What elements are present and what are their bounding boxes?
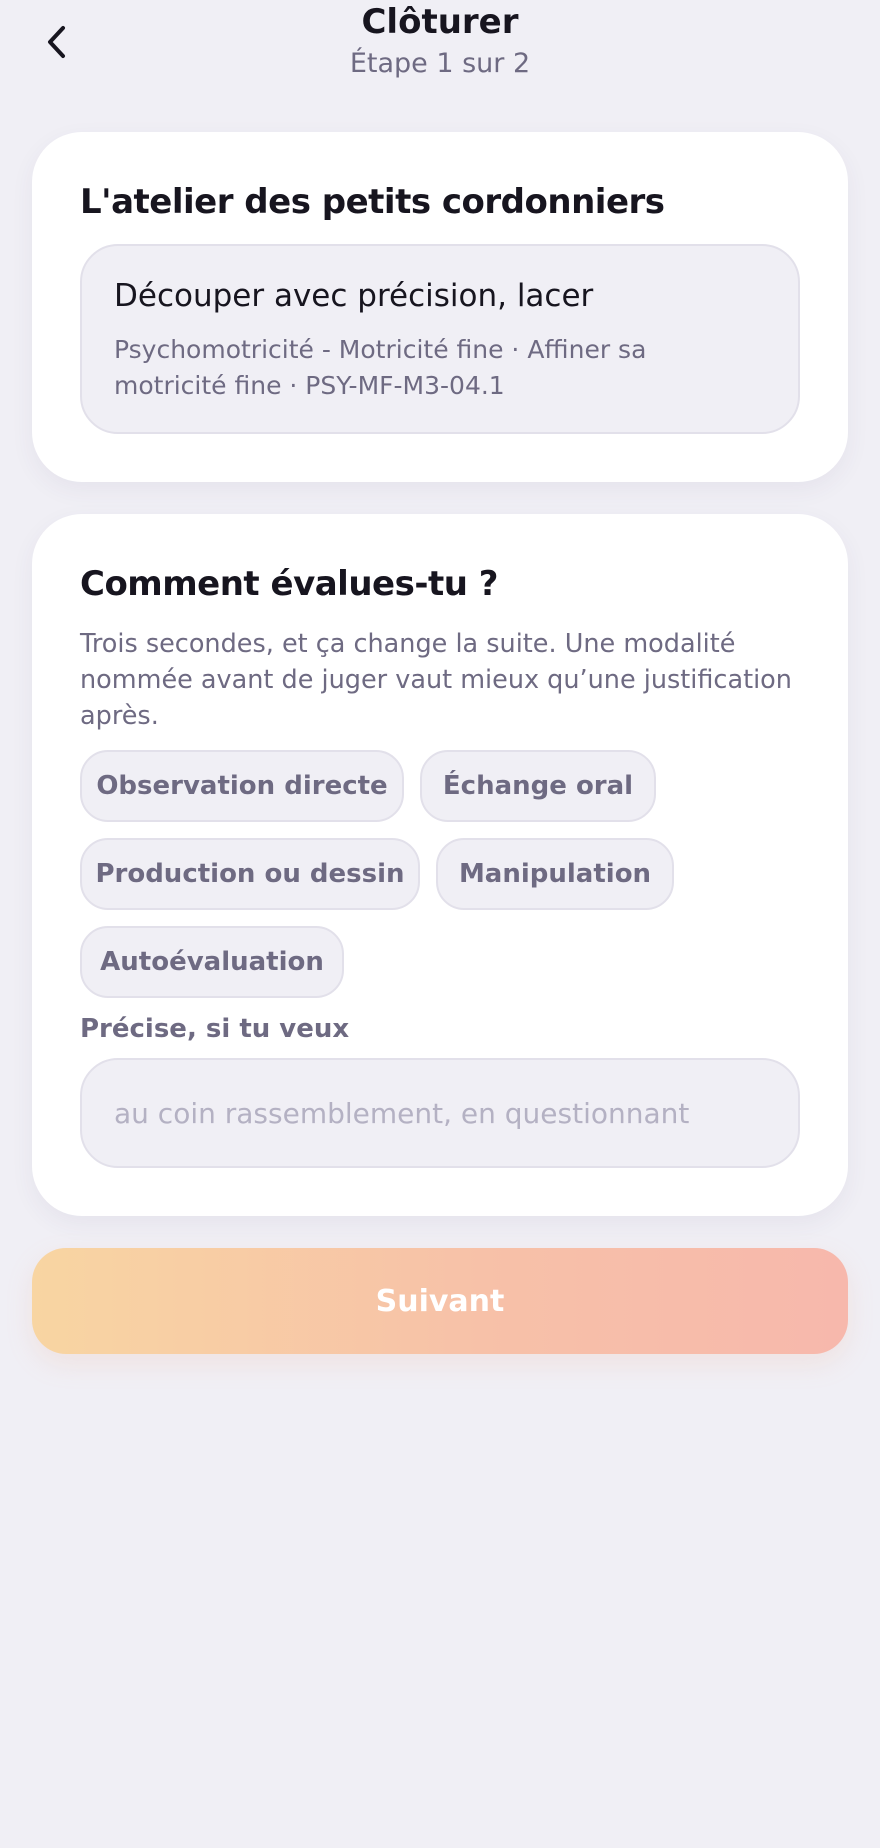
page-title: Clôturer bbox=[361, 2, 519, 42]
skill-meta: Psychomotricité - Motricité fine · Affin… bbox=[114, 335, 647, 400]
chip-manipulation[interactable]: Manipulation bbox=[436, 838, 674, 910]
chip-echange-oral[interactable]: Échange oral bbox=[420, 750, 656, 822]
chip-observation-directe[interactable]: Observation directe bbox=[80, 750, 404, 822]
chip-production-ou-dessin[interactable]: Production ou dessin bbox=[80, 838, 420, 910]
evaluation-description: Trois secondes, et ça change la suite. U… bbox=[80, 629, 792, 731]
precision-input[interactable] bbox=[80, 1058, 800, 1168]
precision-label: Précise, si tu veux bbox=[80, 1014, 350, 1044]
next-button[interactable]: Suivant bbox=[32, 1248, 848, 1354]
header: Clôturer Étape 1 sur 2 bbox=[0, 0, 880, 100]
chip-autoevaluation[interactable]: Autoévaluation bbox=[80, 926, 344, 998]
activity-title: L'atelier des petits cordonniers bbox=[80, 182, 665, 222]
evaluation-title: Comment évalues-tu ? bbox=[80, 564, 498, 604]
step-indicator: Étape 1 sur 2 bbox=[349, 48, 531, 79]
activity-card: L'atelier des petits cordonniers Découpe… bbox=[32, 132, 848, 482]
skill-name: Découper avec précision, lacer bbox=[114, 278, 594, 314]
skill-box: Découper avec précision, lacer Psychomot… bbox=[80, 244, 800, 434]
evaluation-card: Comment évalues-tu ? Trois secondes, et … bbox=[32, 514, 848, 1216]
